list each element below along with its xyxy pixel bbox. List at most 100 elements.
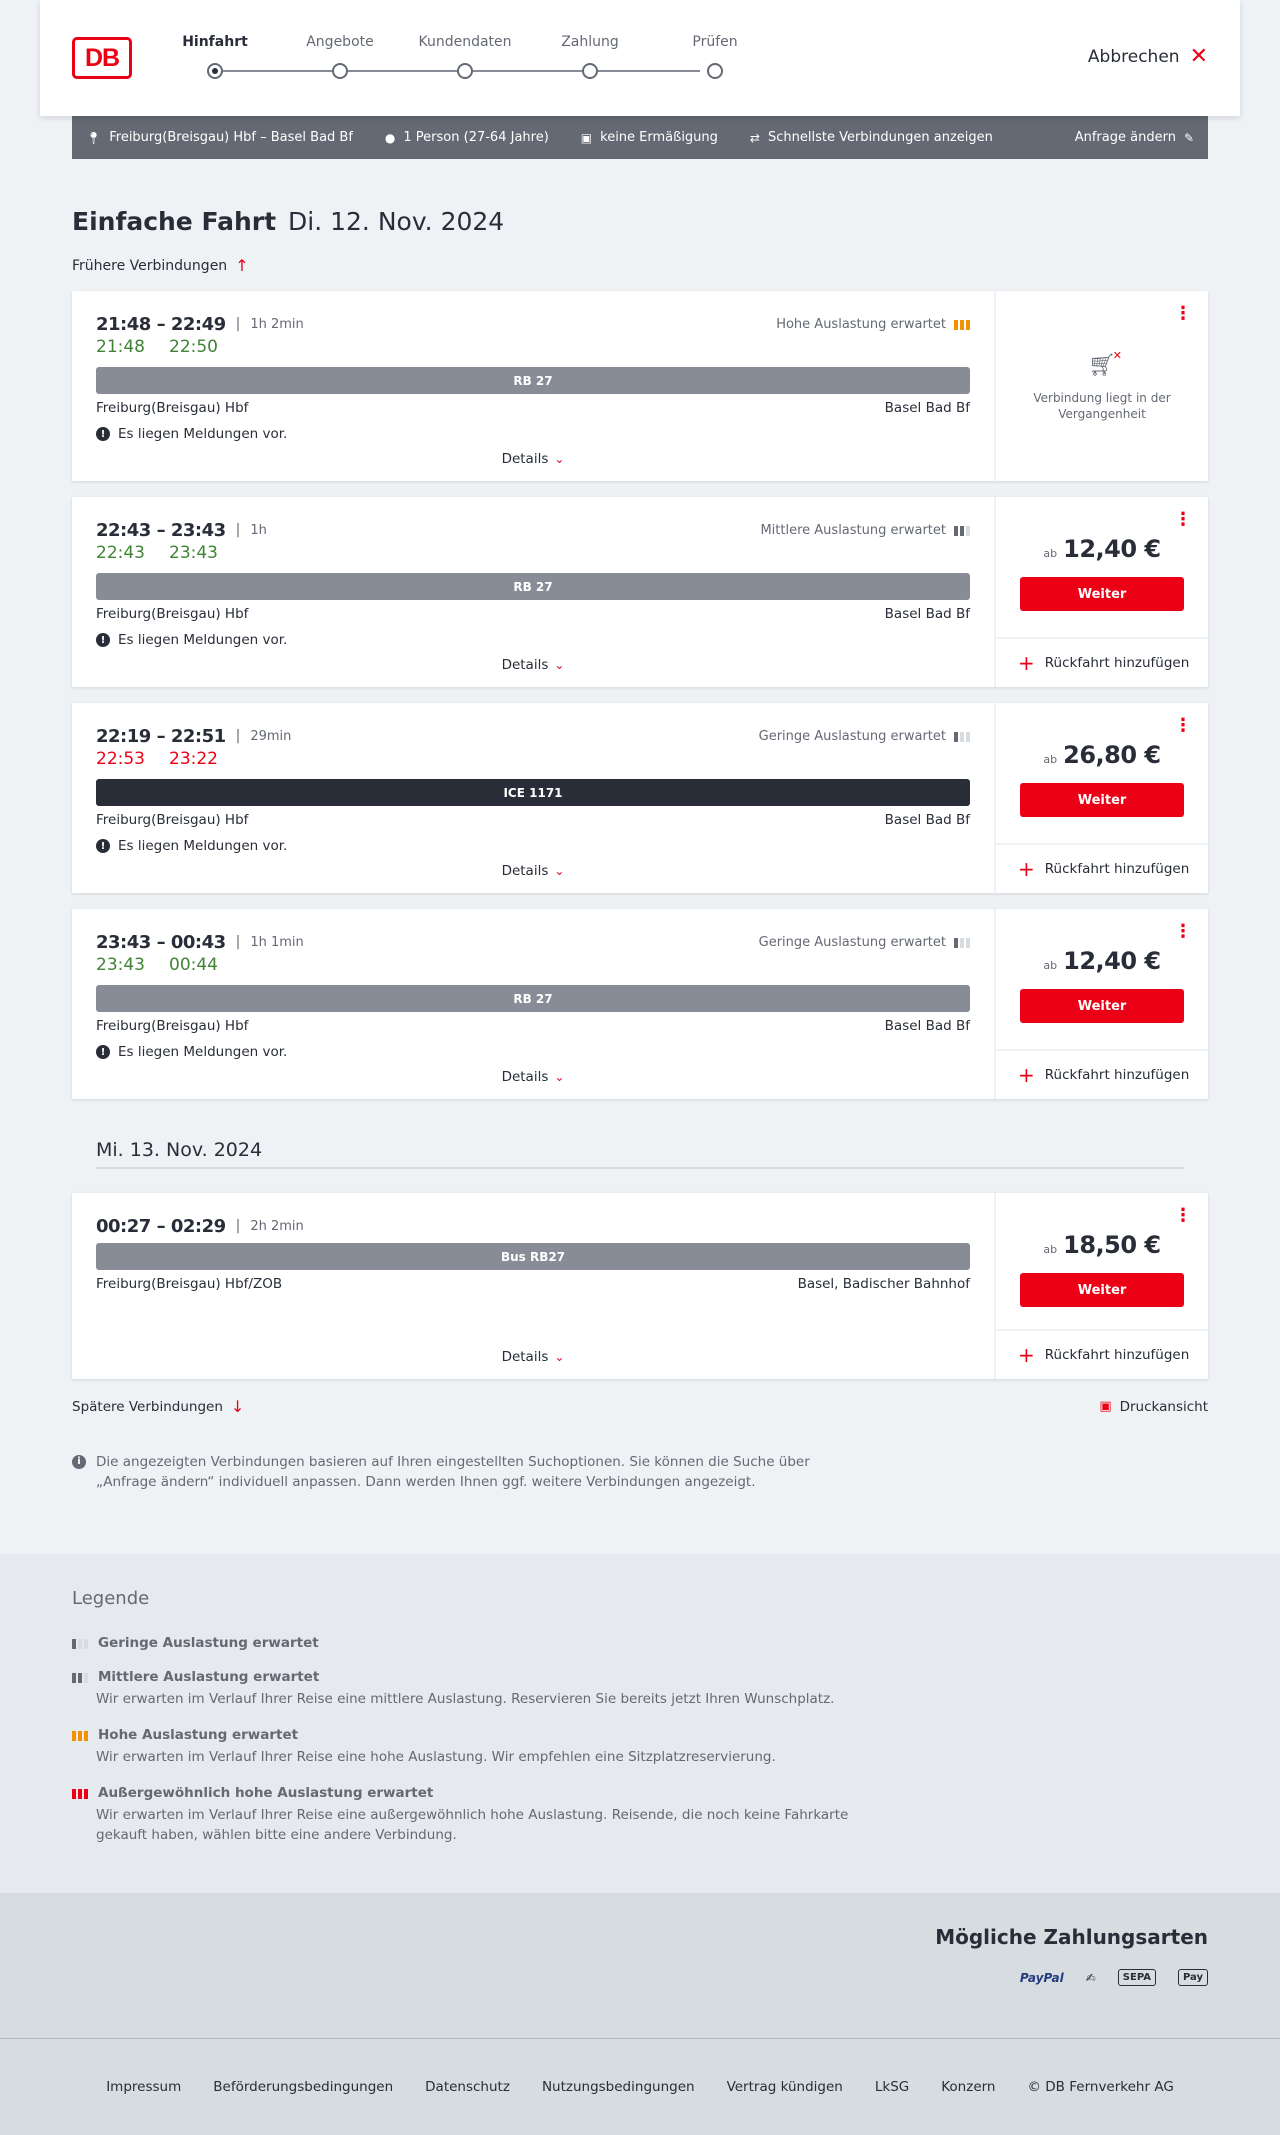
search-info-note: i Die angezeigten Verbindungen basieren … <box>72 1452 832 1492</box>
step-kundendaten[interactable]: Kundendaten <box>405 34 525 79</box>
realtime-arrival: 23:22 <box>169 749 218 769</box>
day-divider: Mi. 13. Nov. 2024 <box>96 1139 1184 1169</box>
step-label: Hinfahrt <box>182 34 248 50</box>
db-logo[interactable]: DB <box>72 37 132 79</box>
bahncard-icon: ▣ <box>580 130 593 145</box>
planned-times: 21:48 – 22:49 <box>96 313 226 335</box>
continue-button[interactable]: Weiter <box>1020 989 1184 1023</box>
connection-card: 22:43 – 23:43 | 1h Mittlere Auslastung e… <box>72 497 1208 687</box>
step-hinfahrt[interactable]: Hinfahrt <box>155 34 275 79</box>
paypal-icon: PayPal <box>1019 1970 1064 1985</box>
more-options-icon[interactable]: ⋮ <box>1174 511 1192 529</box>
connection-card: 00:27 – 02:29 | 2h 2min Bus RB27 Freibur… <box>72 1193 1208 1379</box>
continue-button[interactable]: Weiter <box>1020 577 1184 611</box>
footer-link-datenschutz[interactable]: Datenschutz <box>425 2079 510 2095</box>
top-header: DB Hinfahrt Angebote Kundendaten Zahlung… <box>40 0 1240 116</box>
realtime-departure: 22:43 <box>96 543 145 563</box>
step-zahlung[interactable]: Zahlung <box>530 34 650 79</box>
apple-pay-icon: Pay <box>1177 1969 1208 1986</box>
more-options-icon[interactable]: ⋮ <box>1174 305 1192 323</box>
legend-item-desc: Wir erwarten im Verlauf Ihrer Reise eine… <box>96 1749 776 1765</box>
footer-link-befoerderungsbedingungen[interactable]: Beförderungsbedingungen <box>213 2079 393 2095</box>
add-return-trip-button[interactable]: + Rückfahrt hinzufügen <box>996 843 1208 893</box>
occupancy-info: Mittlere Auslastung erwartet <box>760 523 970 538</box>
plus-icon: + <box>1018 651 1035 675</box>
train-line-bar[interactable]: RB 27 <box>96 367 970 394</box>
train-line-bar[interactable]: RB 27 <box>96 985 970 1012</box>
occupancy-medium-icon <box>72 1671 88 1683</box>
realtime-departure: 21:48 <box>96 337 145 357</box>
details-toggle[interactable]: Details ⌄ <box>72 1349 994 1365</box>
footer-link-konzern[interactable]: Konzern <box>941 2079 995 2095</box>
occupancy-low-icon <box>954 730 970 742</box>
sepa-icon: SEPA <box>1117 1969 1156 1986</box>
footer-link-lksg[interactable]: LkSG <box>875 2079 909 2095</box>
step-pruefen[interactable]: Prüfen <box>655 34 775 79</box>
details-toggle[interactable]: Details ⌄ <box>72 451 994 467</box>
price-amount: 12,40 € <box>1063 947 1161 975</box>
results-main: Einfache Fahrt Di. 12. Nov. 2024 Frühere… <box>72 207 1208 1492</box>
step-angebote[interactable]: Angebote <box>280 34 400 79</box>
step-dot <box>582 63 598 79</box>
earlier-connections-link[interactable]: Frühere Verbindungen ↑ <box>72 256 1208 275</box>
occupancy-info: Geringe Auslastung erwartet <box>759 729 970 744</box>
realtime-arrival: 00:44 <box>169 955 218 975</box>
train-line-bar[interactable]: RB 27 <box>96 573 970 600</box>
stations-row: Freiburg(Breisgau) Hbf Basel Bad Bf <box>96 400 970 420</box>
footer-link-impressum[interactable]: Impressum <box>106 2079 181 2095</box>
details-toggle[interactable]: Details ⌄ <box>72 657 994 673</box>
footer-link-vertrag-kuendigen[interactable]: Vertrag kündigen <box>727 2079 843 2095</box>
payment-icons: PayPal ✍︎ SEPA Pay <box>1020 1969 1208 1986</box>
details-toggle[interactable]: Details ⌄ <box>72 863 994 879</box>
occupancy-text: Geringe Auslastung erwartet <box>758 934 946 950</box>
add-return-trip-button[interactable]: + Rückfahrt hinzufügen <box>996 1329 1208 1379</box>
price: ab 18,50 € <box>1043 1231 1161 1259</box>
more-options-icon[interactable]: ⋮ <box>1174 717 1192 735</box>
realtime-row: 23:43 00:44 <box>96 955 970 979</box>
fastest-text: Schnellste Verbindungen anzeigen <box>767 130 993 145</box>
offer-panel: ⋮ ab 18,50 € Weiter + Rückfahrt hinzufüg… <box>994 1193 1208 1379</box>
past-connection-text: Verbindung liegt in der Vergangenheit <box>1033 391 1171 421</box>
destination-station: Basel, Badischer Bahnhof <box>797 1276 970 1292</box>
duration: 2h 2min <box>250 1218 304 1234</box>
details-label: Details <box>501 1069 549 1085</box>
continue-button[interactable]: Weiter <box>1020 783 1184 817</box>
more-options-icon[interactable]: ⋮ <box>1174 923 1192 941</box>
swap-arrows-icon: ⇄ <box>749 130 760 145</box>
realtime-row: 22:43 23:43 <box>96 543 970 567</box>
footer-link-nutzungsbedingungen[interactable]: Nutzungsbedingungen <box>542 2079 695 2095</box>
arrow-down-icon: ↓ <box>230 1397 245 1416</box>
connection-card: 21:48 – 22:49 | 1h 2min Hohe Auslastung … <box>72 291 1208 481</box>
warning-icon: ! <box>96 1045 110 1059</box>
notice-row: ! Es liegen Meldungen vor. <box>96 424 970 444</box>
offer-panel: ⋮ ab 12,40 € Weiter + Rückfahrt hinzufüg… <box>994 909 1208 1099</box>
continue-button[interactable]: Weiter <box>1020 1273 1184 1307</box>
destination-station: Basel Bad Bf <box>884 1018 970 1034</box>
train-line-bar[interactable]: Bus RB27 <box>96 1243 970 1270</box>
print-view-link[interactable]: ▣ Druckansicht <box>1099 1397 1208 1416</box>
page-footer: Impressum Beförderungsbedingungen Datens… <box>0 2038 1280 2135</box>
cancel-button[interactable]: Abbrechen ✕ <box>1088 46 1208 68</box>
stations-row: Freiburg(Breisgau) Hbf Basel Bad Bf <box>96 1018 970 1038</box>
train-line-bar[interactable]: ICE 1171 <box>96 779 970 806</box>
legend-item-extreme: Außergewöhnlich hohe Auslastung erwartet… <box>72 1785 1208 1845</box>
destination-station: Basel Bad Bf <box>884 812 970 828</box>
later-connections-link[interactable]: Spätere Verbindungen ↓ <box>72 1397 244 1416</box>
more-options-icon[interactable]: ⋮ <box>1174 1207 1192 1225</box>
add-return-trip-button[interactable]: + Rückfahrt hinzufügen <box>996 1049 1208 1099</box>
person-icon: ● <box>384 130 396 145</box>
cart-unavailable-icon: 🛒︎ ✕ <box>1088 349 1122 378</box>
stations-row: Freiburg(Breisgau) Hbf Basel Bad Bf <box>96 606 970 626</box>
add-return-label: Rückfahrt hinzufügen <box>1044 1067 1190 1083</box>
origin-station: Freiburg(Breisgau) Hbf <box>96 812 249 828</box>
details-toggle[interactable]: Details ⌄ <box>72 1069 994 1085</box>
realtime-row: 22:53 23:22 <box>96 749 970 773</box>
discount-text: keine Ermäßigung <box>600 130 718 145</box>
connection-card: 22:19 – 22:51 | 29min Geringe Auslastung… <box>72 703 1208 893</box>
price-amount: 12,40 € <box>1063 535 1161 563</box>
details-label: Details <box>501 451 549 467</box>
add-return-trip-button[interactable]: + Rückfahrt hinzufügen <box>996 637 1208 687</box>
pencil-icon: ✎ <box>1183 130 1194 145</box>
change-request-button[interactable]: Anfrage ändern ✎ <box>1075 130 1194 145</box>
stepper-line <box>210 70 700 72</box>
